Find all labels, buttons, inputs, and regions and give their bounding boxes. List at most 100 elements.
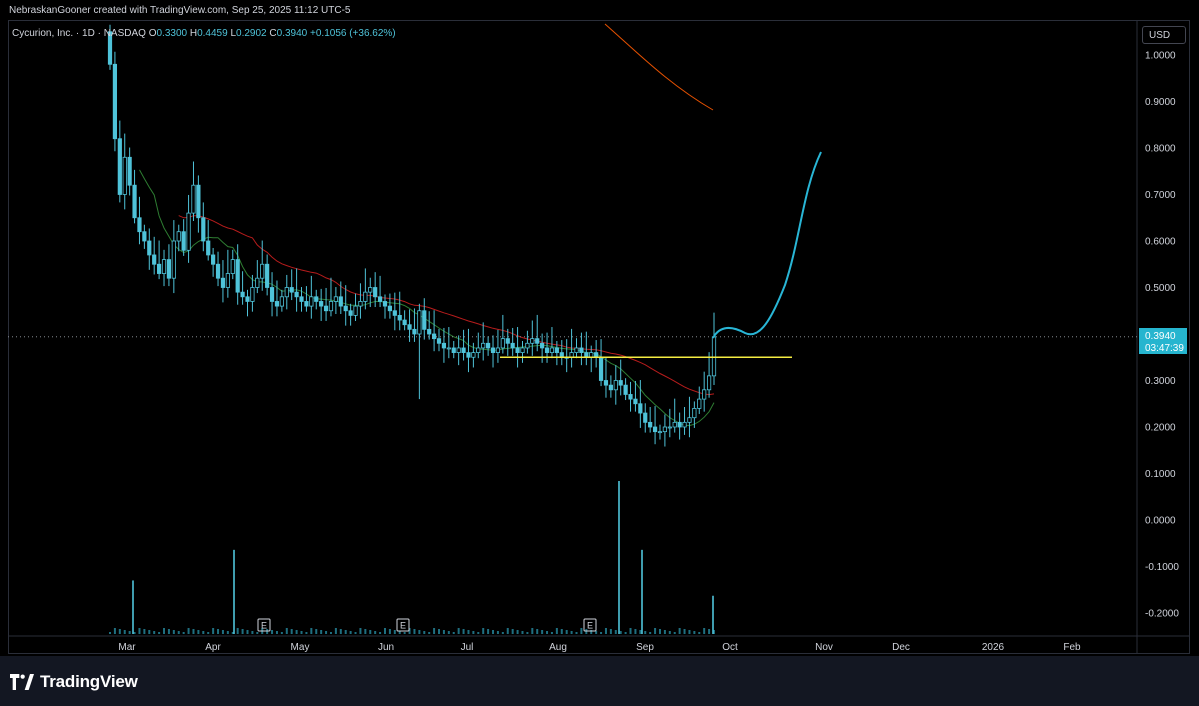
candle-body — [152, 254, 157, 265]
high-label: H — [189, 28, 198, 39]
candle-body — [613, 380, 618, 391]
ma-slow-line — [604, 23, 714, 111]
volume-bar — [153, 631, 156, 634]
candle-body — [598, 356, 604, 381]
volume-bar — [506, 628, 509, 634]
volume-spike-bar — [641, 549, 643, 634]
candle-body — [373, 287, 378, 298]
tradingview-logo-icon — [10, 674, 34, 690]
candle-body — [554, 347, 559, 354]
candle-body — [377, 296, 383, 302]
volume-bar — [217, 629, 220, 634]
volume-bar — [325, 631, 328, 634]
volume-bar — [241, 629, 244, 634]
y-tick-label: 0.1000 — [1145, 469, 1176, 480]
volume-bar — [624, 632, 627, 634]
candle-body — [579, 347, 584, 354]
candle-body — [294, 291, 299, 298]
volume-bar — [113, 628, 116, 634]
candle-body — [250, 287, 255, 302]
candle-body — [161, 259, 167, 274]
volume-bar — [442, 630, 445, 634]
candle-body — [417, 310, 422, 335]
volume-bar — [418, 630, 421, 634]
volume-bars — [109, 481, 715, 634]
candle-body — [171, 240, 176, 279]
volume-bar — [187, 628, 190, 634]
volume-bar — [403, 632, 406, 634]
volume-bar — [226, 631, 229, 634]
candle-body — [667, 426, 672, 429]
candle-body — [456, 347, 461, 354]
y-tick-label: 0.2000 — [1145, 423, 1176, 434]
candle-body — [147, 240, 152, 256]
volume-bar — [295, 630, 298, 634]
x-tick-label: Apr — [205, 642, 221, 653]
time-axis[interactable]: Mar Apr May Jun Jul Aug Sep Oct Nov Dec 2026 Feb — [118, 642, 1081, 653]
candle-body — [245, 296, 250, 302]
symbol-legend[interactable]: Cycurion, Inc. · 1D · NASDAQ O0.3300 H0.… — [12, 28, 396, 39]
volume-bar — [251, 631, 254, 634]
candle-body — [706, 375, 712, 391]
candle-body — [358, 301, 363, 307]
volume-spike-bar — [233, 549, 235, 634]
candle-body — [215, 263, 221, 279]
drawings[interactable] — [8, 151, 1137, 358]
currency-button[interactable]: USD — [1142, 26, 1186, 44]
volume-bar — [221, 630, 224, 634]
candle-body — [711, 336, 717, 377]
volume-bar — [143, 629, 146, 634]
candle-body — [323, 305, 329, 312]
last-price-value: 0.3940 — [1145, 331, 1176, 342]
volume-bar — [658, 629, 661, 634]
open-value: 0.3300 — [156, 28, 188, 39]
volume-bar — [698, 632, 701, 634]
projection-path[interactable] — [712, 151, 822, 339]
volume-bar — [138, 628, 141, 634]
high-value: 0.4459 — [197, 28, 228, 39]
earnings-markers[interactable]: EEE — [257, 618, 597, 632]
last-price-label: 0.3940 03:47:39 — [1139, 328, 1187, 354]
volume-bar — [536, 629, 539, 634]
candle-body — [112, 63, 118, 140]
candle-body — [157, 263, 162, 274]
volume-bar — [496, 631, 499, 634]
volume-bar — [334, 628, 337, 634]
candle-body — [186, 212, 191, 251]
price-chart[interactable]: 1.00000.90000.80000.70000.60000.50000.40… — [0, 0, 1199, 656]
volume-bar — [118, 629, 121, 634]
candle-body — [525, 342, 530, 349]
volume-bar — [320, 630, 323, 634]
volume-bar — [423, 631, 426, 634]
x-tick-label: Mar — [118, 642, 136, 653]
candle-body — [309, 296, 314, 307]
volume-bar — [546, 631, 549, 634]
x-tick-label: Feb — [1063, 642, 1081, 653]
volume-bar — [163, 628, 166, 634]
volume-bar — [688, 630, 691, 634]
candle-body — [500, 338, 505, 349]
tradingview-logo[interactable]: TradingView — [10, 672, 138, 692]
volume-bar — [511, 629, 514, 634]
volume-bar — [290, 629, 293, 634]
volume-bar — [501, 632, 504, 634]
candle-body — [530, 338, 535, 344]
volume-bar — [148, 630, 151, 634]
candle-body — [471, 352, 476, 358]
candle-body — [363, 291, 368, 302]
y-tick-label: 0.6000 — [1145, 237, 1176, 248]
volume-bar — [344, 630, 347, 634]
candle-body — [255, 277, 260, 288]
volume-bar — [236, 628, 239, 634]
candle-body — [274, 301, 280, 307]
candle-body — [682, 421, 687, 428]
candle-body — [574, 347, 579, 354]
volume-bar — [388, 629, 391, 634]
candle-body — [319, 301, 324, 307]
candle-body — [225, 273, 230, 288]
candle-body — [240, 291, 245, 298]
volume-bar — [668, 631, 671, 634]
candle-body — [279, 296, 284, 307]
candle-body — [446, 347, 451, 350]
volume-bar — [310, 628, 313, 634]
